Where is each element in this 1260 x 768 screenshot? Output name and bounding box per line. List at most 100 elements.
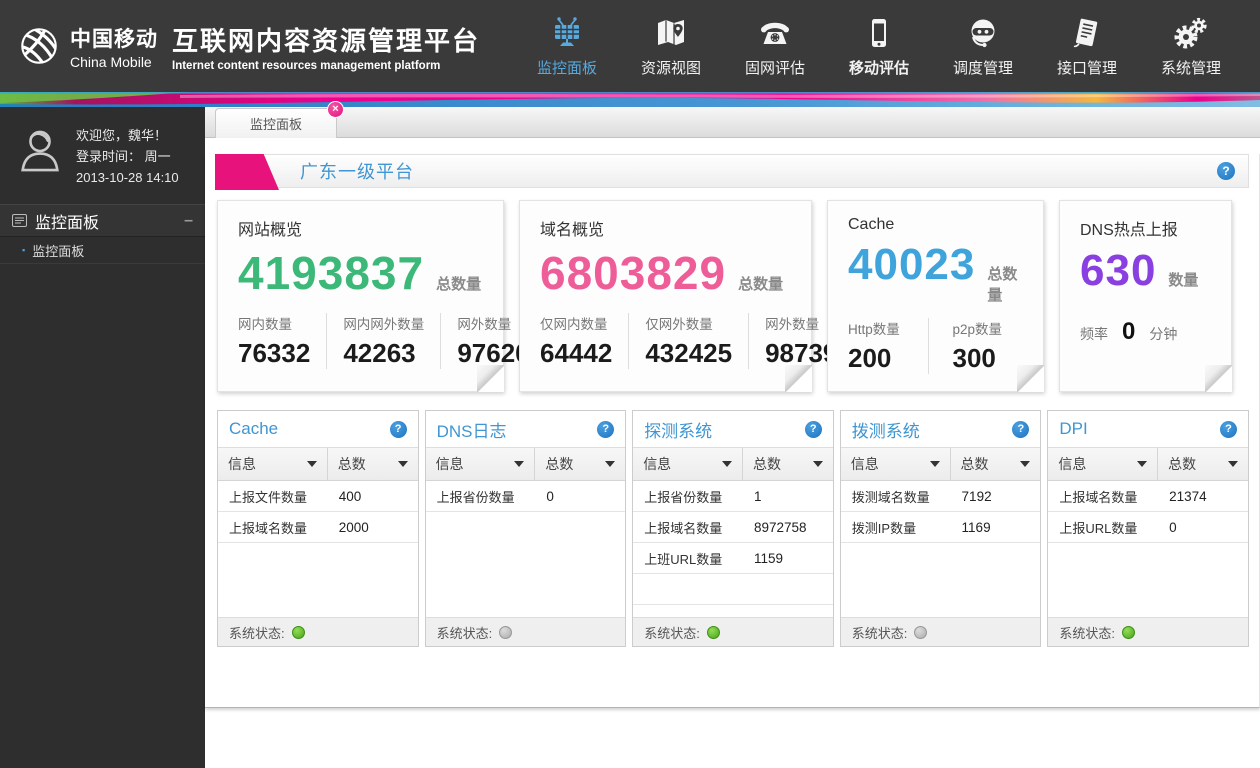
page-curl bbox=[1205, 365, 1232, 392]
table-row: 上报省份数量1 bbox=[633, 481, 833, 512]
column-header-info[interactable]: 信息 bbox=[218, 448, 328, 480]
welcome-text: 欢迎您，魏华！ bbox=[76, 125, 179, 146]
help-icon[interactable]: ? bbox=[390, 421, 407, 438]
dropdown-arrow-icon bbox=[605, 461, 615, 467]
phone-icon bbox=[757, 15, 793, 51]
help-icon[interactable]: ? bbox=[597, 421, 614, 438]
nav-label: 固网评估 bbox=[745, 57, 805, 78]
sidebar-item-monitor-panel[interactable]: ▪ 监控面板 bbox=[0, 237, 205, 264]
china-mobile-logo-icon bbox=[16, 23, 62, 69]
table-row: 上报域名数量8972758 bbox=[633, 512, 833, 543]
page-curl bbox=[1017, 365, 1044, 392]
card-title: DNS热点上报 bbox=[1080, 216, 1211, 240]
help-icon[interactable]: ? bbox=[1220, 421, 1237, 438]
nav-label: 接口管理 bbox=[1057, 57, 1117, 78]
dropdown-arrow-icon bbox=[1137, 461, 1147, 467]
column-header-info[interactable]: 信息 bbox=[841, 448, 951, 480]
stat-label: Http数量 bbox=[848, 318, 912, 338]
sidebar-section-label: 监控面板 bbox=[35, 209, 99, 233]
nav-item-resource-view[interactable]: 资源视图 bbox=[636, 15, 706, 78]
table-row: 上班URL数量1159 bbox=[633, 543, 833, 574]
nav-item-dispatch-mgmt[interactable]: 调度管理 bbox=[948, 15, 1018, 78]
column-header-info[interactable]: 信息 bbox=[633, 448, 743, 480]
nav-label: 调度管理 bbox=[953, 57, 1013, 78]
user-profile: 欢迎您，魏华！ 登录时间： 周一 2013-10-28 14:10 bbox=[0, 107, 205, 204]
table-row-empty bbox=[633, 574, 833, 605]
login-datetime-text: 2013-10-28 14:10 bbox=[76, 167, 179, 188]
column-header-info[interactable]: 信息 bbox=[1048, 448, 1158, 480]
help-icon[interactable]: ? bbox=[805, 421, 822, 438]
column-header-total[interactable]: 总数 bbox=[328, 448, 418, 480]
section-header: 广东一级平台 ? bbox=[215, 154, 1249, 188]
table-row: 拨测域名数量7192 bbox=[841, 481, 1041, 512]
system-panels-row: Cache ? 信息 总数 上报文件数量400 上报域名数量2000 bbox=[217, 410, 1249, 647]
nav-item-fixed-network-eval[interactable]: 固网评估 bbox=[740, 15, 810, 78]
stat-value: 42263 bbox=[343, 338, 424, 369]
card-big-value: 40023 bbox=[848, 240, 975, 290]
column-header-info[interactable]: 信息 bbox=[426, 448, 536, 480]
nav-item-interface-mgmt[interactable]: 接口管理 bbox=[1052, 15, 1122, 78]
panel-title: 探测系统 bbox=[644, 417, 712, 442]
dropdown-arrow-icon bbox=[307, 461, 317, 467]
brand-name-cn: 中国移动 bbox=[70, 23, 158, 53]
status-dot bbox=[1122, 626, 1135, 639]
tab-close-icon[interactable]: × bbox=[327, 101, 344, 118]
card-big-value: 630 bbox=[1080, 246, 1156, 296]
gears-icon bbox=[1173, 15, 1209, 51]
collapse-icon[interactable]: – bbox=[184, 212, 193, 230]
column-header-total[interactable]: 总数 bbox=[1158, 448, 1248, 480]
card-big-value: 6803829 bbox=[540, 246, 726, 300]
dropdown-arrow-icon bbox=[722, 461, 732, 467]
nav-label: 移动评估 bbox=[849, 57, 909, 78]
panel-title: Cache bbox=[229, 419, 278, 439]
panel-dial-test-system: 拨测系统 ? 信息 总数 拨测域名数量7192 拨测IP数量1169 bbox=[840, 410, 1042, 647]
table-row: 上报域名数量21374 bbox=[1048, 481, 1248, 512]
menu-doc-icon bbox=[12, 214, 27, 227]
nav-label: 资源视图 bbox=[641, 57, 701, 78]
card-big-label: 总数量 bbox=[738, 273, 783, 294]
document-icon bbox=[1069, 15, 1105, 51]
sidebar-section-monitor-panel[interactable]: 监控面板 – bbox=[0, 204, 205, 237]
stat-value: 76332 bbox=[238, 338, 310, 369]
stat-value: 300 bbox=[953, 343, 1003, 374]
help-icon[interactable]: ? bbox=[1012, 421, 1029, 438]
nav-item-system-mgmt[interactable]: 系统管理 bbox=[1156, 15, 1226, 78]
card-big-value: 4193837 bbox=[238, 246, 424, 300]
card-website-overview: 网站概览 4193837 总数量 网内数量 76332 网内网外数量 42263 bbox=[217, 200, 504, 392]
page-curl bbox=[785, 365, 812, 392]
help-icon[interactable]: ? bbox=[1217, 162, 1235, 180]
nav-item-monitor-panel[interactable]: 监控面板 bbox=[532, 15, 602, 78]
card-big-label: 数量 bbox=[1168, 269, 1198, 290]
dropdown-arrow-icon bbox=[1228, 461, 1238, 467]
panel-cache: Cache ? 信息 总数 上报文件数量400 上报域名数量2000 bbox=[217, 410, 419, 647]
dashboard-icon bbox=[549, 15, 585, 51]
dropdown-arrow-icon bbox=[813, 461, 823, 467]
stat-label: 网内数量 bbox=[238, 313, 310, 333]
panel-dpi: DPI ? 信息 总数 上报域名数量21374 上报URL数量0 bbox=[1047, 410, 1249, 647]
platform-subtitle: Internet content resources management pl… bbox=[172, 60, 480, 72]
tab-label: 监控面板 bbox=[250, 114, 302, 133]
stat-value: 64442 bbox=[540, 338, 612, 369]
panel-status: 系统状态: bbox=[218, 617, 418, 646]
stat-label: 网内网外数量 bbox=[343, 313, 424, 333]
panel-title: DNS日志 bbox=[437, 417, 507, 442]
card-big-label: 总数量 bbox=[987, 263, 1023, 305]
card-title: 网站概览 bbox=[238, 216, 483, 240]
sidebar: 欢迎您，魏华！ 登录时间： 周一 2013-10-28 14:10 监控面板 –… bbox=[0, 107, 205, 768]
stat-value: 200 bbox=[848, 343, 912, 374]
freq-unit: 分钟 bbox=[1149, 324, 1177, 344]
nav-label: 监控面板 bbox=[537, 57, 597, 78]
tab-monitor-panel[interactable]: 监控面板 × bbox=[215, 108, 337, 138]
card-cache: Cache 40023 总数量 Http数量 200 p2p数量 300 bbox=[827, 200, 1044, 392]
column-header-total[interactable]: 总数 bbox=[951, 448, 1041, 480]
column-header-total[interactable]: 总数 bbox=[743, 448, 833, 480]
stat-cards-row: 网站概览 4193837 总数量 网内数量 76332 网内网外数量 42263 bbox=[217, 200, 1249, 392]
status-dot bbox=[292, 626, 305, 639]
panel-status: 系统状态: bbox=[841, 617, 1041, 646]
platform-title: 互联网内容资源管理平台 bbox=[172, 21, 480, 58]
card-title: Cache bbox=[848, 216, 1023, 234]
column-header-total[interactable]: 总数 bbox=[535, 448, 625, 480]
nav-item-mobile-eval[interactable]: 移动评估 bbox=[844, 15, 914, 78]
dropdown-arrow-icon bbox=[930, 461, 940, 467]
freq-label: 频率 bbox=[1080, 324, 1108, 344]
